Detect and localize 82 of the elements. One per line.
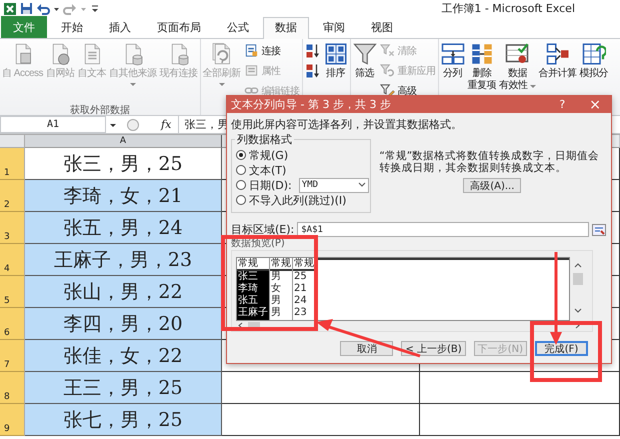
undo-icon[interactable] bbox=[36, 2, 50, 15]
radio-button[interactable] bbox=[236, 195, 246, 205]
formula-bar-handle-icon[interactable] bbox=[126, 118, 140, 132]
destination-field[interactable]: $A$1 bbox=[297, 222, 589, 237]
radio-label[interactable]: 日期(D): bbox=[249, 178, 292, 192]
table-cell[interactable]: 王麻子，男，23 bbox=[25, 244, 222, 276]
row-header[interactable]: 2 bbox=[0, 180, 25, 212]
row-header[interactable]: 9 bbox=[0, 404, 25, 436]
help-button[interactable]: ? bbox=[559, 98, 566, 111]
table-cell[interactable]: 张山，男，22 bbox=[25, 276, 222, 308]
row-header[interactable]: 6 bbox=[0, 308, 25, 340]
sort-ascending-icon[interactable] bbox=[304, 42, 321, 58]
row-header[interactable]: 1 bbox=[0, 148, 25, 180]
name-box[interactable]: A1 bbox=[0, 116, 106, 133]
table-cell[interactable]: 张三，男，25 bbox=[25, 148, 222, 180]
clear-filter-icon bbox=[380, 43, 395, 58]
column-header[interactable]: A bbox=[25, 135, 222, 148]
data-validation-icon bbox=[505, 42, 530, 66]
table-cell[interactable]: 王三，男，25 bbox=[25, 372, 222, 404]
ribbon-tab[interactable]: 开始 bbox=[49, 17, 95, 38]
sort-icon bbox=[324, 42, 348, 66]
date-format-dropdown[interactable]: YMD bbox=[298, 178, 369, 192]
preview-column[interactable]: 常规 张三 李琦 张五 王麻子 bbox=[237, 258, 270, 320]
ribbon-button[interactable]: 分列 bbox=[440, 42, 466, 104]
row-header[interactable]: 7 bbox=[0, 340, 25, 372]
table-cell[interactable] bbox=[222, 372, 420, 404]
ribbon-tab[interactable]: 页面布局 bbox=[145, 17, 213, 38]
group-label: 列数据格式 bbox=[235, 132, 294, 147]
close-button[interactable]: × bbox=[589, 96, 601, 112]
field-label: 目标区域(E): bbox=[231, 222, 294, 237]
ribbon-tab[interactable]: 审阅 bbox=[311, 17, 357, 38]
connection-icon bbox=[244, 43, 259, 58]
consolidate-icon bbox=[546, 42, 570, 66]
table-cell[interactable]: 张五，男，24 bbox=[25, 212, 222, 244]
annotation-frame bbox=[530, 321, 602, 382]
what-if-icon bbox=[582, 42, 606, 66]
row-header[interactable]: 8 bbox=[0, 372, 25, 404]
dialog-button[interactable]: 完成(F) bbox=[535, 341, 588, 356]
save-icon[interactable] bbox=[20, 2, 33, 15]
preview-column[interactable]: 常规 25 21 24 23 bbox=[293, 258, 316, 320]
file-tab[interactable]: 文件 bbox=[1, 16, 47, 38]
row-header[interactable]: 4 bbox=[0, 244, 25, 276]
ribbon-button[interactable]: 连接 bbox=[244, 42, 300, 59]
dialog-button[interactable]: 取消 bbox=[340, 341, 394, 356]
remove-duplicates-icon bbox=[470, 42, 494, 66]
ribbon-button[interactable]: 删除 重复项 bbox=[466, 42, 498, 104]
preview-column[interactable]: 常规 男 女 男 男 bbox=[270, 258, 293, 320]
reapply-filter-icon bbox=[380, 63, 395, 78]
split-columns-icon bbox=[440, 42, 465, 66]
filter-icon bbox=[352, 42, 377, 66]
ribbon-tab[interactable]: 公式 bbox=[215, 17, 261, 38]
window-title: 工作簿1 - Microsoft Excel bbox=[441, 1, 575, 16]
table-cell[interactable]: 张七，男，25 bbox=[25, 404, 222, 436]
radio-button[interactable] bbox=[236, 150, 246, 160]
collapse-dialog-icon[interactable] bbox=[592, 224, 606, 236]
table-cell[interactable]: 张佳，女，22 bbox=[25, 340, 222, 372]
dialog-title: 文本分列向导 - 第 3 步，共 3 步 bbox=[231, 97, 392, 112]
table-cell[interactable] bbox=[420, 372, 620, 404]
sort-descending-icon[interactable] bbox=[304, 62, 321, 78]
ribbon-tab[interactable]: 插入 bbox=[97, 17, 143, 38]
ribbon-button[interactable]: 数据 有效性 bbox=[498, 42, 537, 104]
row-header[interactable]: 5 bbox=[0, 276, 25, 308]
row-header[interactable]: 3 bbox=[0, 212, 25, 244]
group-label: 获取外部数据 bbox=[70, 104, 130, 115]
table-cell[interactable]: 李琦，女，21 bbox=[25, 180, 222, 212]
spreadsheet-app-icon[interactable] bbox=[3, 2, 17, 16]
radio-label[interactable]: 不导入此列(跳过)(I) bbox=[249, 192, 346, 208]
ribbon-tab[interactable]: 数据 bbox=[263, 17, 309, 39]
table-cell[interactable]: 李四，男，20 bbox=[25, 308, 222, 340]
table-cell[interactable] bbox=[420, 404, 620, 436]
radio-button[interactable] bbox=[236, 180, 246, 190]
table-cell[interactable] bbox=[222, 404, 420, 436]
advanced-button[interactable]: 高级(A)... bbox=[463, 178, 522, 193]
instruction-text: 使用此屏内容可选择各列，并设置其数据格式。 bbox=[231, 117, 463, 132]
format-description: “常规”数据格式将数值转换成数字，日期值会转换成日期，其余数据则转换成文本。 bbox=[379, 150, 600, 174]
radio-label[interactable]: 常规(G) bbox=[249, 148, 288, 162]
ribbon-tab[interactable]: 视图 bbox=[359, 17, 405, 38]
properties-icon bbox=[244, 63, 259, 78]
radio-label[interactable]: 文本(T) bbox=[249, 162, 286, 178]
insert-function-button[interactable]: fx bbox=[143, 118, 176, 131]
dialog-button[interactable]: < 上一步(B) bbox=[401, 341, 466, 356]
radio-button[interactable] bbox=[236, 165, 246, 175]
